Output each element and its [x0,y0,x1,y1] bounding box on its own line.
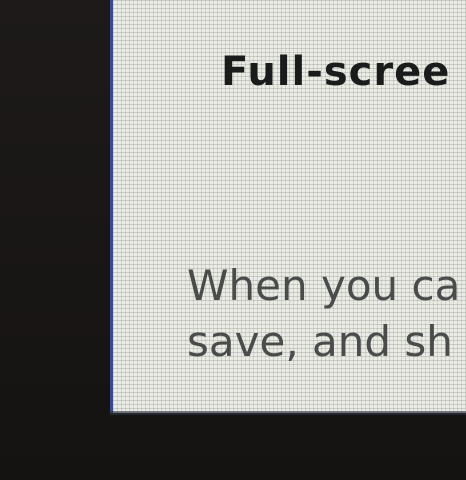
dialog-title: Full-scree [221,49,451,95]
dialog-body: When you ca save, and sh [187,258,460,370]
screen-area: Full-scree When you ca save, and sh [110,0,466,413]
screen-bottom-edge [110,411,466,415]
dialog-body-line-1: When you ca [187,261,461,310]
dialog-body-line-2: save, and sh [187,317,453,366]
